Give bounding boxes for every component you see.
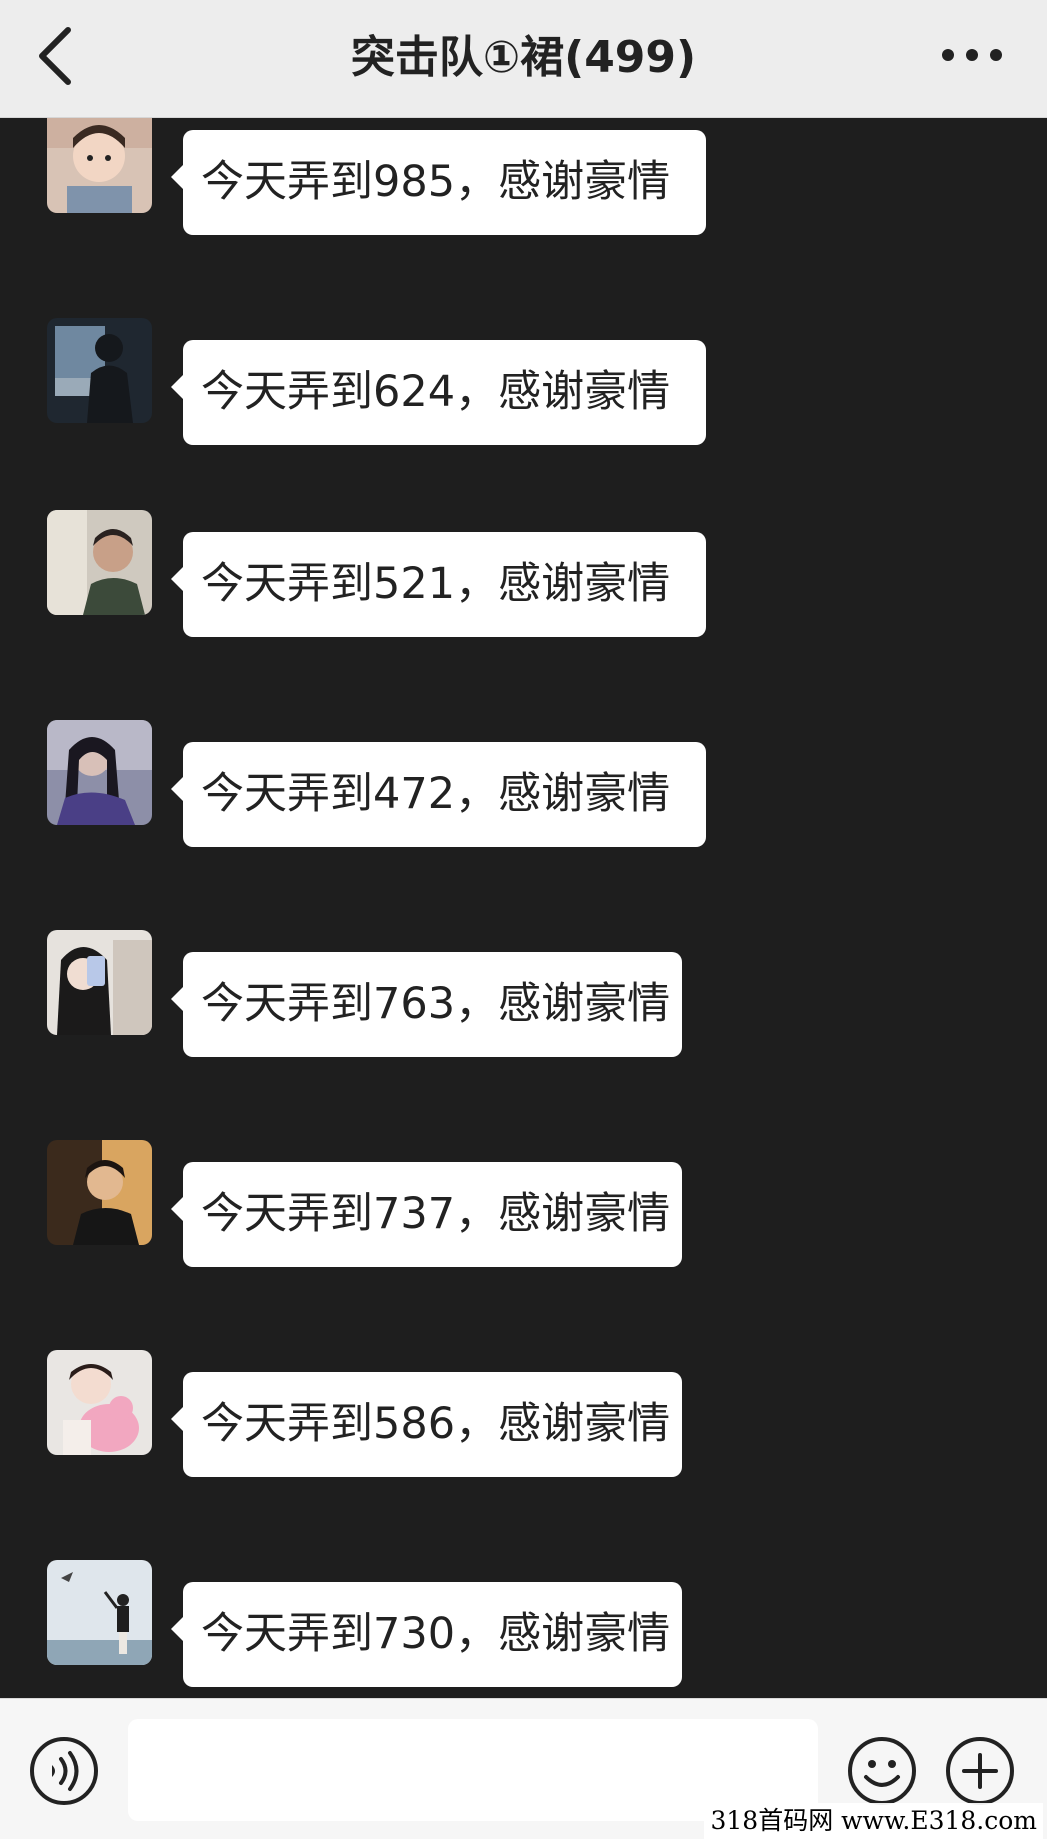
avatar[interactable]	[47, 510, 152, 615]
message-row: 今天弄到472，感谢豪情	[0, 720, 1047, 847]
more-dots-icon	[942, 49, 1002, 61]
message-list[interactable]: 今天弄到985，感谢豪情 今天弄到624，感谢豪情 今天弄到521，感谢豪情 今…	[0, 118, 1047, 1698]
message-row: 今天弄到730，感谢豪情	[0, 1560, 1047, 1687]
avatar[interactable]	[47, 720, 152, 825]
plus-icon	[946, 1737, 1014, 1805]
message-bubble[interactable]: 今天弄到763，感谢豪情	[171, 952, 682, 1057]
voice-icon	[30, 1737, 98, 1805]
voice-button[interactable]	[28, 1735, 100, 1807]
avatar[interactable]	[47, 1560, 152, 1665]
avatar[interactable]	[47, 118, 152, 213]
message-row: 今天弄到737，感谢豪情	[0, 1140, 1047, 1267]
avatar[interactable]	[47, 1350, 152, 1455]
message-row: 今天弄到763，感谢豪情	[0, 930, 1047, 1057]
emoji-icon	[848, 1737, 916, 1805]
message-bubble[interactable]: 今天弄到472，感谢豪情	[171, 742, 706, 847]
message-bubble[interactable]: 今天弄到730，感谢豪情	[171, 1582, 682, 1687]
more-functions-button[interactable]	[944, 1735, 1016, 1807]
watermark: 318首码网 www.E318.com	[704, 1803, 1043, 1839]
message-row: 今天弄到521，感谢豪情	[0, 510, 1047, 637]
avatar[interactable]	[47, 930, 152, 1035]
avatar[interactable]	[47, 1140, 152, 1245]
more-button[interactable]	[937, 38, 1007, 72]
message-row: 今天弄到985，感谢豪情	[0, 118, 1047, 235]
message-bubble[interactable]: 今天弄到985，感谢豪情	[171, 130, 706, 235]
message-row: 今天弄到624，感谢豪情	[0, 318, 1047, 445]
avatar[interactable]	[47, 318, 152, 423]
message-bubble[interactable]: 今天弄到737，感谢豪情	[171, 1162, 682, 1267]
message-bubble[interactable]: 今天弄到586，感谢豪情	[171, 1372, 682, 1477]
message-row: 今天弄到586，感谢豪情	[0, 1350, 1047, 1477]
chat-title: 突击队①裙(499)	[350, 32, 697, 83]
message-bubble[interactable]: 今天弄到521，感谢豪情	[171, 532, 706, 637]
chat-header: 突击队①裙(499)	[0, 0, 1047, 118]
emoji-button[interactable]	[846, 1735, 918, 1807]
message-bubble[interactable]: 今天弄到624，感谢豪情	[171, 340, 706, 445]
